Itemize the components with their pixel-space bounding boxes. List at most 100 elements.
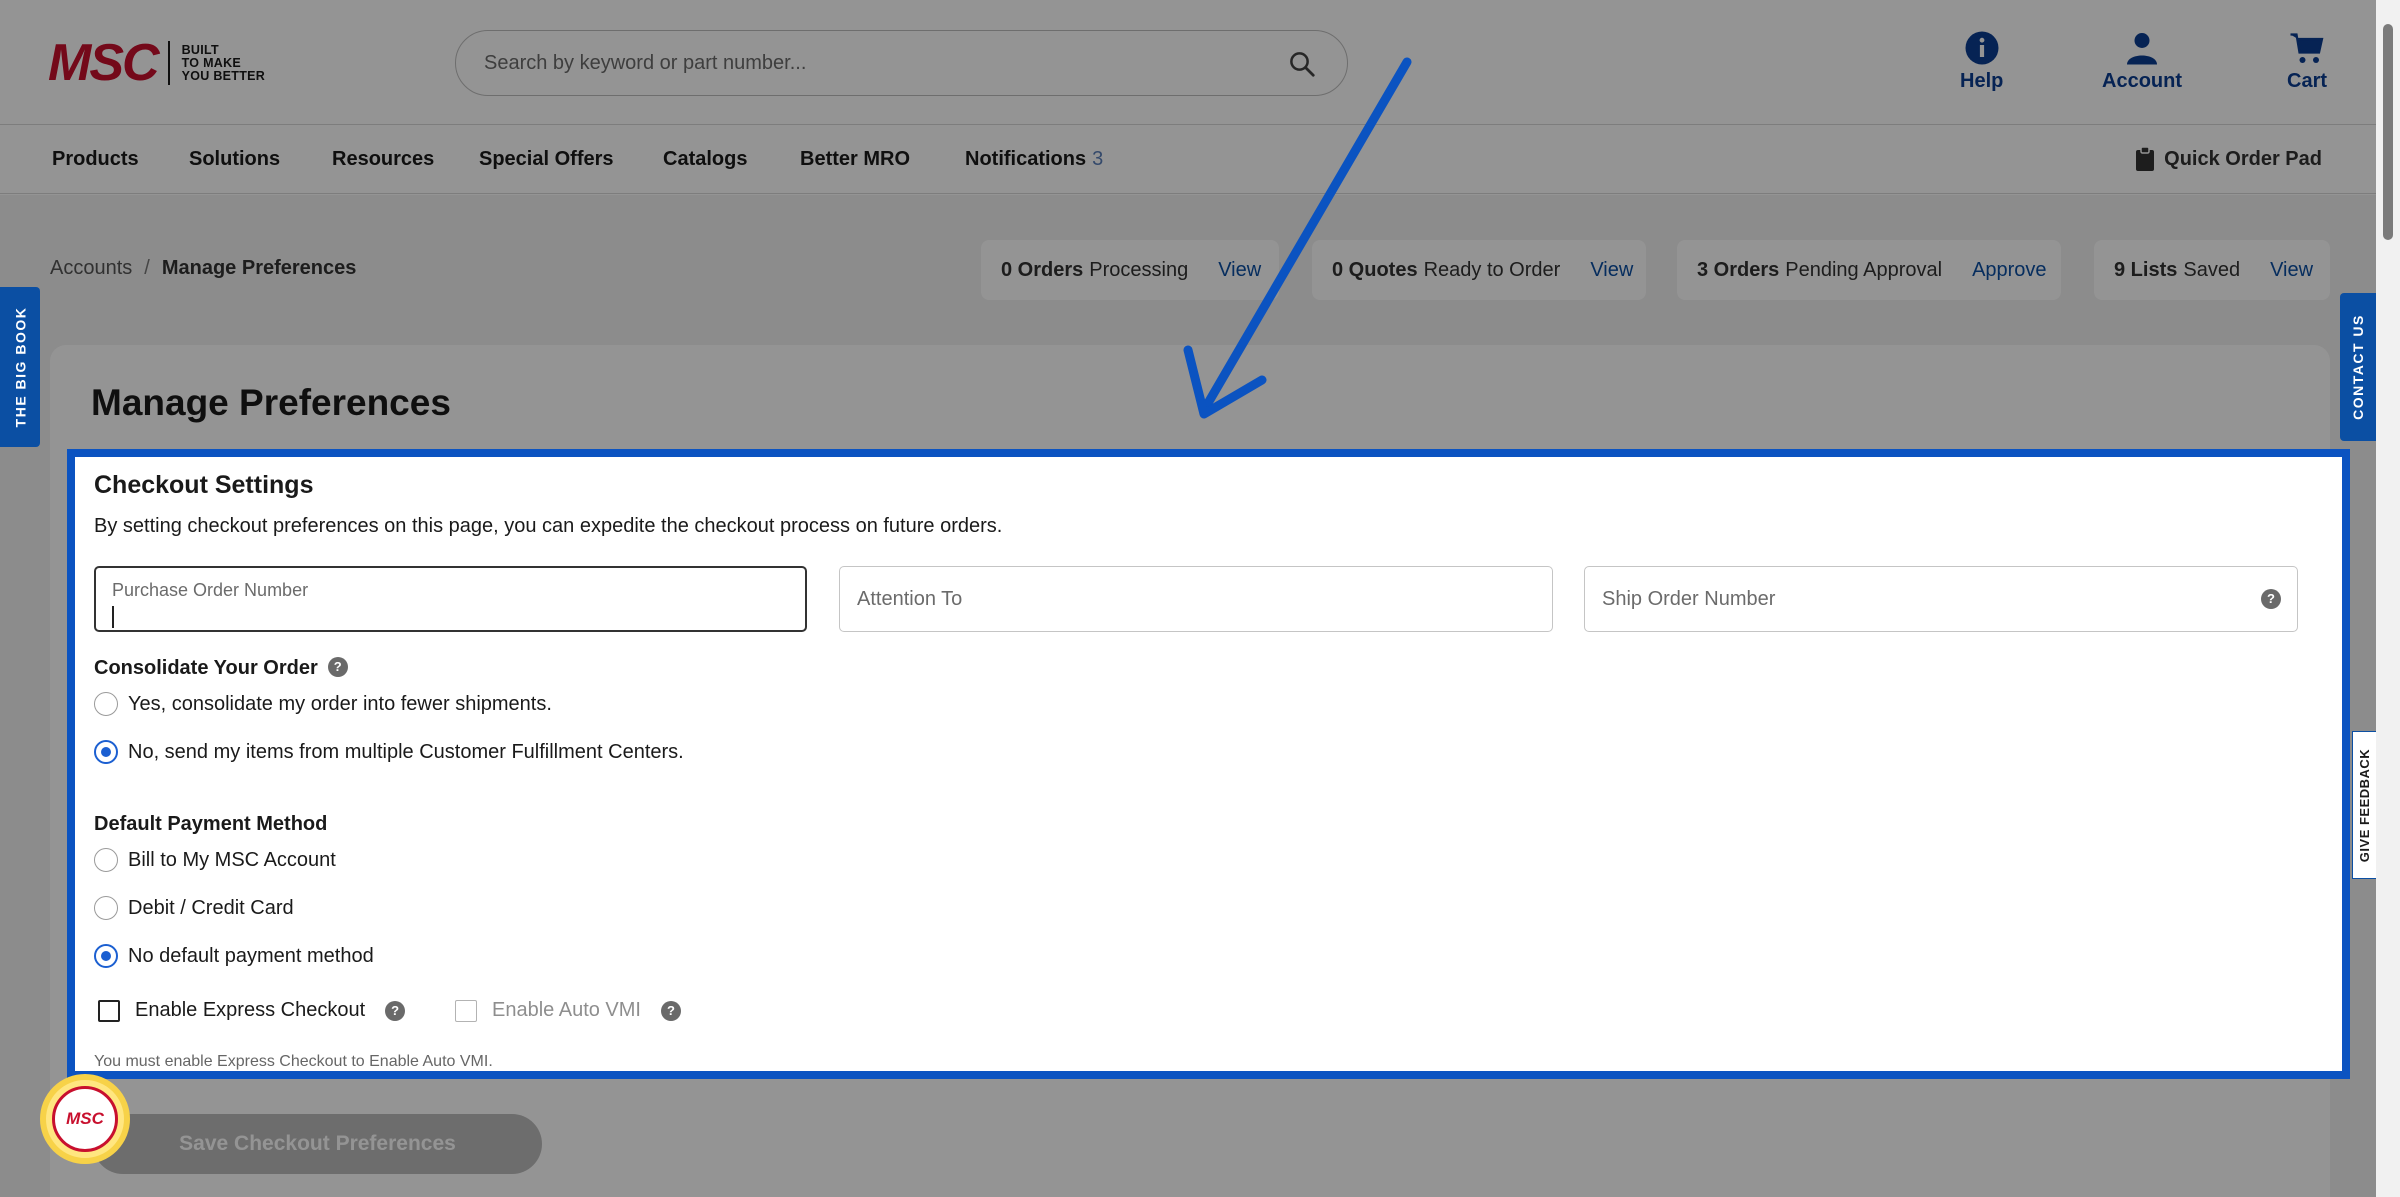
logo-divider <box>167 41 170 85</box>
save-checkout-preferences-button[interactable]: Save Checkout Preferences <box>93 1114 542 1174</box>
quick-order-label: Quick Order Pad <box>2164 147 2322 170</box>
give-feedback-tab[interactable]: GIVE FEEDBACK <box>2352 731 2376 879</box>
big-book-label: THE BIG BOOK <box>12 306 29 428</box>
consolidate-no-option[interactable]: No, send my items from multiple Customer… <box>94 740 684 764</box>
checkout-settings-description: By setting checkout preferences on this … <box>94 515 1003 537</box>
checkbox[interactable] <box>98 999 120 1022</box>
stat-count: 0 Orders <box>1001 258 1084 281</box>
search-bar <box>455 30 1348 96</box>
info-icon <box>1965 31 1999 65</box>
stat-text: Processing <box>1089 258 1189 281</box>
nav-special-offers[interactable]: Special Offers <box>479 148 614 171</box>
help-link[interactable]: Help <box>1960 30 2003 93</box>
search-input[interactable] <box>484 31 1264 95</box>
notifications-count: 3 <box>1092 148 1104 170</box>
auto-vmi-label: Enable Auto VMI <box>492 999 641 1021</box>
breadcrumb-separator: / <box>144 257 150 279</box>
option-label: Yes, consolidate my order into fewer shi… <box>128 692 552 715</box>
purchase-order-label: Purchase Order Number <box>112 580 309 600</box>
radio-unselected-icon[interactable] <box>94 848 118 872</box>
stat-quotes-ready: 0 Quotes Ready to Order View <box>1312 240 1646 300</box>
breadcrumb-accounts[interactable]: Accounts <box>50 257 132 279</box>
stat-text: Saved <box>2183 258 2241 281</box>
breadcrumb: Accounts / Manage Preferences <box>50 257 356 280</box>
checkout-settings-section: Checkout Settings By setting checkout pr… <box>67 449 2350 1079</box>
ship-order-number-input[interactable] <box>1585 567 2297 631</box>
quick-order-pad-link[interactable]: Quick Order Pad <box>2135 146 2322 172</box>
notifications-label: Notifications <box>965 148 1087 170</box>
checkbox-disabled <box>455 999 477 1022</box>
nav-catalogs[interactable]: Catalogs <box>663 148 747 171</box>
radio-unselected-icon[interactable] <box>94 896 118 920</box>
tagline-line: BUILT <box>181 42 219 57</box>
option-label: Bill to My MSC Account <box>128 848 336 871</box>
radio-unselected-icon[interactable] <box>94 692 118 716</box>
payment-bill-msc-option[interactable]: Bill to My MSC Account <box>94 848 336 872</box>
tagline-line: TO MAKE <box>181 55 242 70</box>
help-question-icon[interactable]: ? <box>2261 589 2281 609</box>
consolidate-label-text: Consolidate Your Order <box>94 657 318 679</box>
radio-selected-icon[interactable] <box>94 944 118 968</box>
page-title: Manage Preferences <box>91 382 451 423</box>
text-cursor <box>112 606 114 628</box>
purchase-order-field[interactable]: Purchase Order Number <box>94 566 807 632</box>
cart-icon <box>2290 33 2324 63</box>
page-scrollbar[interactable] <box>2376 0 2400 1197</box>
stat-count: 3 Orders <box>1697 258 1780 281</box>
help-question-icon[interactable]: ? <box>385 1000 406 1021</box>
enable-auto-vmi: Enable Auto VMI? <box>455 999 681 1022</box>
express-checkout-label: Enable Express Checkout <box>135 999 366 1021</box>
nav-solutions[interactable]: Solutions <box>189 148 280 171</box>
nav-better-mro[interactable]: Better MRO <box>800 148 910 171</box>
help-question-icon[interactable]: ? <box>660 1000 681 1021</box>
scroll-thumb[interactable] <box>2383 24 2393 240</box>
stat-count: 9 Lists <box>2114 258 2178 281</box>
view-quotes-link[interactable]: View <box>1560 259 1633 282</box>
msc-assistant-badge[interactable]: MSC <box>40 1074 130 1164</box>
msc-logo[interactable]: MSC BUILT TO MAKE YOU BETTER <box>48 34 266 92</box>
user-icon <box>2127 33 2157 65</box>
approve-orders-link[interactable]: Approve <box>1942 259 2047 282</box>
nav-notifications[interactable]: Notifications 3 <box>965 148 1103 171</box>
option-label: Debit / Credit Card <box>128 896 294 919</box>
give-feedback-label: GIVE FEEDBACK <box>2357 748 2372 862</box>
attention-to-input[interactable] <box>840 567 1552 631</box>
clipboard-icon <box>2136 146 2155 171</box>
checkout-settings-title: Checkout Settings <box>94 471 314 499</box>
cart-link[interactable]: Cart <box>2287 30 2327 93</box>
stat-orders-processing: 0 Orders Processing View <box>981 240 1279 300</box>
account-link[interactable]: Account <box>2102 30 2182 93</box>
tagline-line: YOU BETTER <box>181 68 266 83</box>
stat-text: Ready to Order <box>1423 258 1561 281</box>
search-icon[interactable] <box>1287 49 1317 79</box>
logo-mark: MSC <box>48 34 160 92</box>
consolidate-order-label: Consolidate Your Order? <box>94 657 348 680</box>
stat-text: Pending Approval <box>1785 258 1943 281</box>
enable-express-checkout[interactable]: Enable Express Checkout? <box>98 999 406 1022</box>
contact-us-label: CONTACT US <box>2350 314 2367 420</box>
cart-label: Cart <box>2287 70 2328 92</box>
view-lists-link[interactable]: View <box>2240 259 2313 282</box>
payment-card-option[interactable]: Debit / Credit Card <box>94 896 294 920</box>
stat-count: 0 Quotes <box>1332 258 1418 281</box>
attention-to-field[interactable] <box>839 566 1553 632</box>
big-book-tab[interactable]: THE BIG BOOK <box>0 287 40 447</box>
help-question-icon[interactable]: ? <box>327 657 348 678</box>
logo-tagline: BUILT TO MAKE YOU BETTER <box>181 42 266 83</box>
nav-resources[interactable]: Resources <box>332 148 434 171</box>
badge-logo: MSC <box>52 1086 118 1152</box>
contact-us-tab[interactable]: CONTACT US <box>2340 293 2376 441</box>
stat-lists-saved: 9 Lists Saved View <box>2094 240 2330 300</box>
default-payment-method-label: Default Payment Method <box>94 813 328 835</box>
breadcrumb-current: Manage Preferences <box>161 257 357 279</box>
consolidate-yes-option[interactable]: Yes, consolidate my order into fewer shi… <box>94 692 552 716</box>
stat-orders-pending: 3 Orders Pending Approval Approve <box>1677 240 2061 300</box>
radio-selected-icon[interactable] <box>94 740 118 764</box>
help-label: Help <box>1960 70 2004 92</box>
payment-none-option[interactable]: No default payment method <box>94 944 374 968</box>
account-label: Account <box>2102 70 2182 92</box>
main-nav: Products Solutions Resources Special Off… <box>0 126 2376 194</box>
ship-order-number-field[interactable]: ? <box>1584 566 2298 632</box>
view-orders-link[interactable]: View <box>1188 259 1261 282</box>
nav-products[interactable]: Products <box>52 148 139 171</box>
